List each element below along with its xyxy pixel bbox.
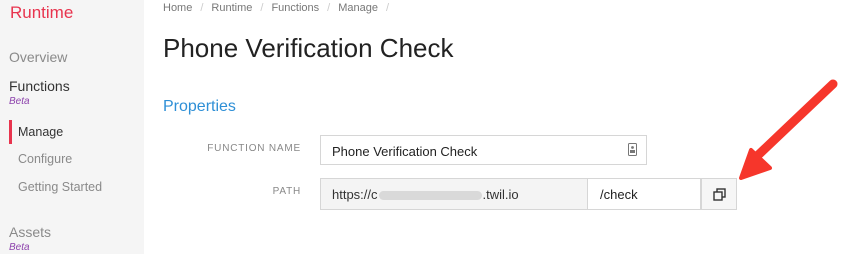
beta-badge-assets: Beta [9, 242, 30, 253]
sidebar-item-functions[interactable]: Functions [9, 78, 70, 94]
breadcrumb-home[interactable]: Home [163, 2, 192, 14]
breadcrumb-manage[interactable]: Manage [338, 2, 378, 14]
redacted-domain [378, 191, 482, 201]
path-input[interactable]: /check [588, 178, 701, 210]
function-name-value: Phone Verification Check [332, 144, 478, 159]
page-title: Phone Verification Check [163, 33, 454, 63]
breadcrumb-runtime[interactable]: Runtime [211, 2, 252, 14]
section-title: Properties [163, 98, 236, 115]
function-name-field[interactable]: Phone Verification Check [320, 135, 647, 165]
sidebar-item-overview[interactable]: Overview [9, 49, 67, 65]
url-prefix: https://c [332, 187, 378, 202]
copy-icon [713, 188, 726, 201]
sidebar: Runtime Overview Functions Beta Manage C… [0, 0, 144, 254]
service-url-field: https://c .twil.io [320, 178, 588, 210]
url-suffix: .twil.io [482, 187, 519, 202]
function-name-label: FUNCTION NAME [207, 143, 301, 154]
breadcrumb-separator: / [385, 2, 390, 14]
sidebar-item-assets[interactable]: Assets [9, 224, 51, 240]
path-value: /check [600, 187, 638, 202]
contact-card-icon [628, 143, 637, 156]
breadcrumb-separator: / [200, 2, 204, 14]
sidebar-item-configure[interactable]: Configure [18, 152, 72, 166]
breadcrumb-separator: / [260, 2, 264, 14]
beta-badge-functions: Beta [9, 96, 30, 107]
copy-url-button[interactable] [701, 178, 737, 210]
breadcrumb-functions[interactable]: Functions [271, 2, 319, 14]
sidebar-item-getting-started[interactable]: Getting Started [18, 180, 102, 194]
brand-title: Runtime [10, 3, 74, 22]
path-label: PATH [272, 186, 301, 197]
breadcrumb-separator: / [327, 2, 331, 14]
breadcrumb: Home / Runtime / Functions / Manage / [163, 2, 397, 14]
active-indicator [9, 120, 12, 144]
sidebar-item-manage[interactable]: Manage [18, 125, 63, 139]
